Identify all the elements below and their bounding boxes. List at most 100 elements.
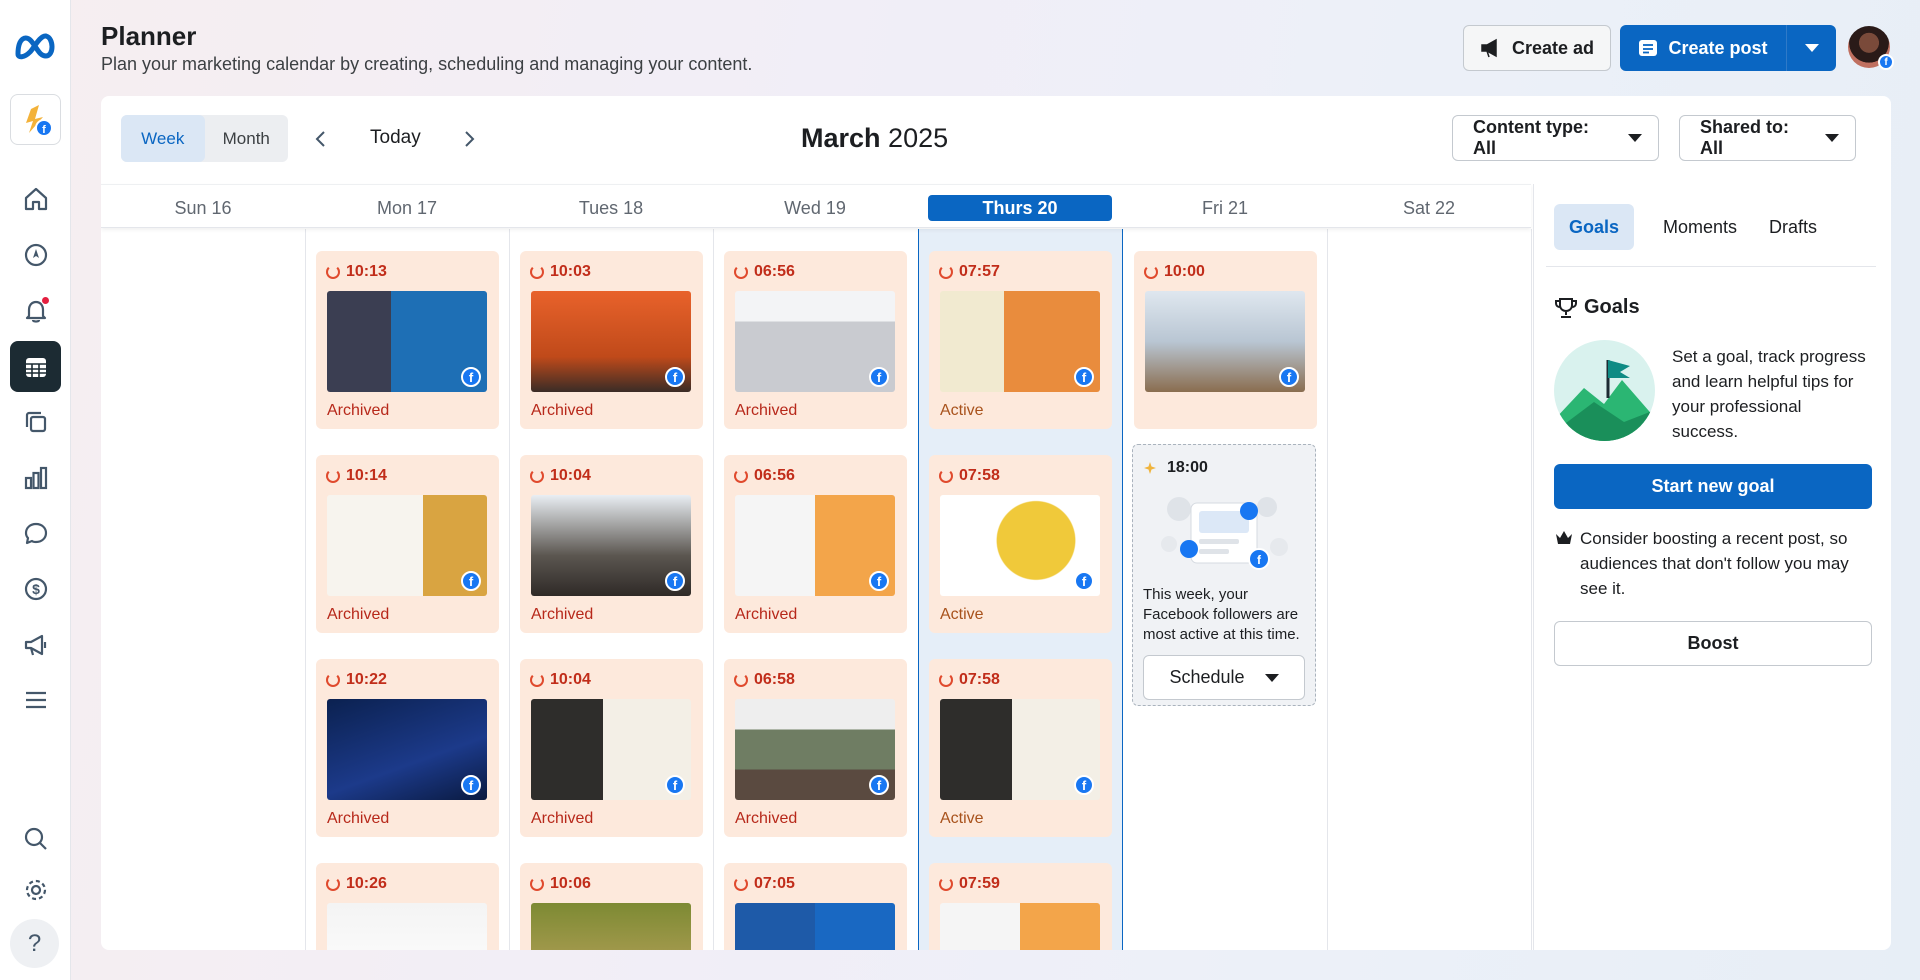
goals-description: Set a goal, track progress and learn hel… (1672, 347, 1866, 441)
post-time: 07:57 (939, 263, 1000, 281)
post-thumbnail: f (940, 699, 1100, 800)
post-thumbnail: f (327, 495, 487, 596)
goals-heading: Goals (1554, 296, 1640, 319)
rail-content[interactable] (10, 396, 61, 447)
facebook-icon: f (869, 571, 889, 591)
create-ad-button[interactable]: Create ad (1463, 25, 1611, 71)
scheduled-post-card[interactable]: 10:00 f (1134, 251, 1317, 429)
rail-notifications[interactable] (10, 285, 61, 336)
scheduled-post-card[interactable]: 10:26 f (316, 863, 499, 950)
facebook-icon: f (1074, 571, 1094, 591)
boost-button[interactable]: Boost (1554, 621, 1872, 666)
compose-icon (1639, 40, 1658, 56)
scheduled-post-card[interactable]: 10:03 f Archived (520, 251, 703, 429)
tab-goals[interactable]: Goals (1554, 204, 1635, 250)
boost-tip-text: Consider boosting a recent post, so audi… (1580, 529, 1849, 598)
post-thumbnail: f (735, 699, 895, 800)
svg-text:f: f (42, 124, 46, 136)
today-button[interactable]: Today (370, 127, 421, 149)
scheduled-post-card[interactable]: 07:58 f Active (929, 455, 1112, 633)
scheduled-post-card[interactable]: 06:58 f Archived (724, 659, 907, 837)
rail-search[interactable] (10, 813, 61, 864)
scheduled-post-card[interactable]: 07:59 f (929, 863, 1112, 950)
scheduled-post-card[interactable]: 10:22 f Archived (316, 659, 499, 837)
scheduled-post-card[interactable]: 06:56 f Archived (724, 455, 907, 633)
post-status: Archived (531, 810, 594, 827)
rail-explore[interactable] (10, 229, 61, 280)
mountain-flag-icon (1554, 340, 1655, 441)
planner-card: Week Month Today March 2025 Content type… (101, 96, 1891, 950)
post-time: 06:58 (734, 671, 795, 689)
rail-planner[interactable] (10, 341, 61, 392)
post-time: 10:00 (1144, 263, 1205, 281)
facebook-icon: f (665, 367, 685, 387)
facebook-icon: f (665, 775, 685, 795)
tab-moments[interactable]: Moments (1648, 204, 1752, 250)
scheduled-post-card[interactable]: 10:04 f Archived (520, 455, 703, 633)
boost-tip: Consider boosting a recent post, so audi… (1554, 526, 1874, 601)
rail-inbox[interactable] (10, 508, 61, 559)
meta-logo-icon[interactable] (12, 26, 60, 66)
post-time: 06:56 (734, 263, 795, 281)
start-new-goal-button[interactable]: Start new goal (1554, 464, 1872, 509)
post-time: 10:03 (530, 263, 591, 281)
post-status: Active (940, 402, 984, 419)
next-week-button[interactable] (455, 125, 483, 153)
rail-monetization[interactable]: $ (10, 563, 61, 614)
right-panel-tabs: Goals Moments Drafts (1554, 204, 1874, 252)
facebook-icon: f (461, 571, 481, 591)
content-type-filter[interactable]: Content type: All (1452, 115, 1659, 161)
post-thumbnail: f (940, 903, 1100, 950)
scheduled-post-card[interactable]: 07:05 f (724, 863, 907, 950)
left-rail: f $ ? (0, 0, 71, 980)
scheduled-post-card[interactable]: 10:14 f Archived (316, 455, 499, 633)
scheduled-post-card[interactable]: 10:13 f Archived (316, 251, 499, 429)
shared-to-label: Shared to: All (1700, 117, 1790, 158)
month-view-button[interactable]: Month (205, 115, 289, 162)
notification-dot (42, 297, 49, 304)
rail-home[interactable] (10, 173, 61, 224)
column-divider (713, 229, 714, 950)
scheduled-post-card[interactable]: 10:04 f Archived (520, 659, 703, 837)
scheduled-icon (939, 673, 953, 687)
tab-drafts[interactable]: Drafts (1754, 204, 1832, 250)
scheduled-icon (734, 877, 748, 891)
scheduled-post-card[interactable]: 07:57 f Active (929, 251, 1112, 429)
post-time-label: 07:58 (959, 467, 1000, 484)
week-view-button[interactable]: Week (121, 115, 205, 162)
post-time-label: 10:04 (550, 671, 591, 688)
scheduled-icon (1144, 265, 1158, 279)
day-header-0: Sun 16 (174, 198, 232, 218)
page-switcher[interactable]: f (10, 94, 61, 145)
divider (1546, 266, 1876, 267)
planner-icon (25, 357, 46, 377)
rail-menu[interactable] (10, 674, 61, 725)
chevron-down-icon (1264, 673, 1279, 682)
scheduled-post-card[interactable]: 07:58 f Active (929, 659, 1112, 837)
previous-week-button[interactable] (307, 125, 335, 153)
create-post-dropdown[interactable] (1786, 25, 1836, 71)
scheduled-post-card[interactable]: 10:06 f (520, 863, 703, 950)
schedule-button[interactable]: Schedule (1143, 655, 1305, 700)
create-post-button[interactable]: Create post (1620, 25, 1786, 71)
rail-ads[interactable] (10, 619, 61, 670)
help-icon[interactable]: ? (10, 919, 59, 968)
post-status: Archived (735, 810, 798, 827)
search-icon (24, 827, 47, 850)
avatar[interactable]: f (1848, 26, 1894, 70)
post-thumbnail: f (1145, 291, 1305, 392)
shared-to-filter[interactable]: Shared to: All (1679, 115, 1856, 161)
create-post-label: Create post (1668, 37, 1768, 58)
page-profile-icon: f (26, 105, 53, 137)
post-time: 10:14 (326, 467, 387, 485)
rail-insights[interactable] (10, 452, 61, 503)
post-time-label: 07:58 (959, 671, 1000, 688)
day-header-3: Wed 19 (784, 198, 846, 218)
scheduled-icon (939, 877, 953, 891)
svg-text:$: $ (32, 581, 40, 597)
chevron-down-icon (1804, 44, 1819, 52)
rail-settings[interactable] (10, 864, 61, 915)
scheduled-post-card[interactable]: 06:56 f Archived (724, 251, 907, 429)
post-time: 07:58 (939, 467, 1000, 485)
scheduled-icon (326, 877, 340, 891)
